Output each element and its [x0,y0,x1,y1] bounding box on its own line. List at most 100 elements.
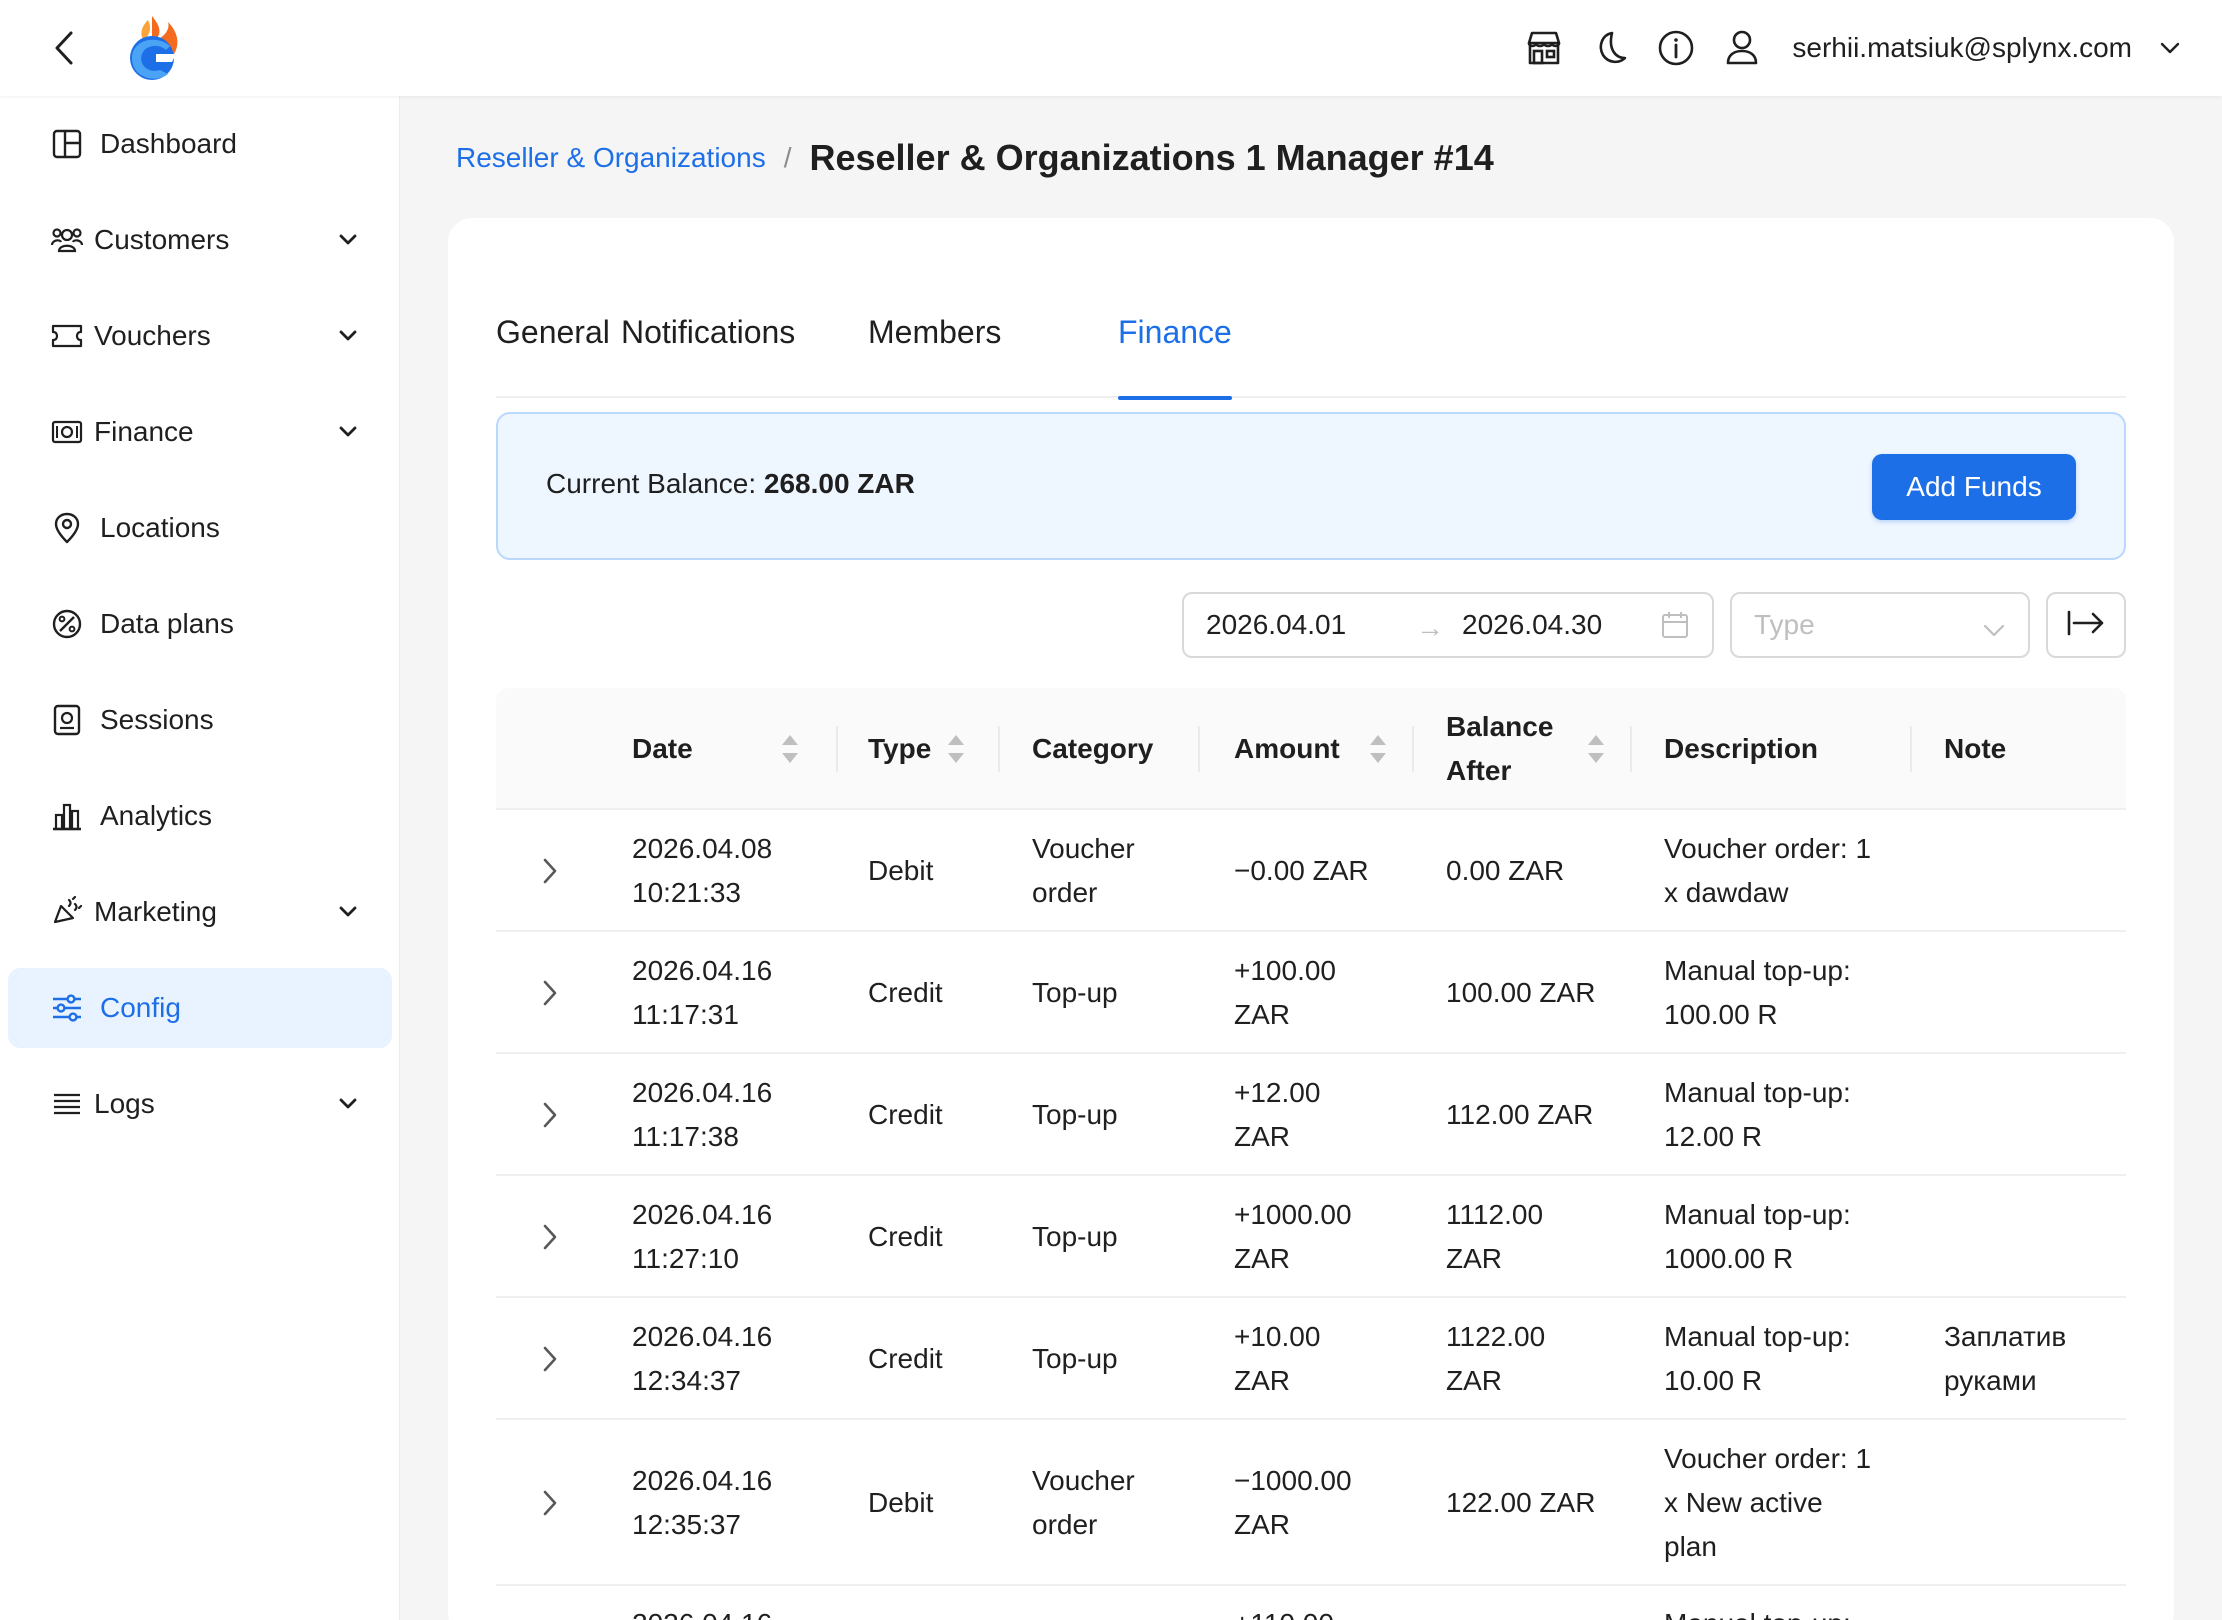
sidebar-item-vouchers[interactable]: Vouchers [8,296,392,376]
column-divider [1910,726,1912,772]
export-button[interactable] [2046,592,2126,658]
sidebar-item-data-plans[interactable]: Data plans [8,584,392,664]
table-body: 2026.04.08 10:21:33 Debit Voucher order −0.00… [496,810,2126,1620]
expand-row-chevron-icon[interactable] [534,977,566,1009]
col-balance-after[interactable]: Balance After [1446,688,1553,810]
breadcrumb-parent-link[interactable]: Reseller & Organizations [456,142,766,174]
cell-line: Заплатив [1944,1321,2067,1352]
sidebar-item-label: Analytics [100,800,213,831]
tab-finance[interactable]: Finance [1118,314,1232,400]
sidebar-item-finance[interactable]: Finance [8,392,392,472]
sidebar-item-label: Sessions [100,704,214,735]
expand-row-chevron-icon[interactable] [534,1343,566,1375]
expand-row-chevron-icon[interactable] [534,1099,566,1131]
date-range-picker[interactable]: 2026.04.01 → 2026.04.30 [1182,592,1714,658]
user-icon[interactable] [1722,28,1762,68]
cell-line: +1000.00 [1234,1199,1352,1230]
expand-row-chevron-icon[interactable] [534,1221,566,1253]
sidebar-item-label: Logs [94,1088,155,1119]
table-row[interactable]: 2026.04.16 11:17:38 Credit Top-up +12.00 ZAR 1… [496,1054,2126,1176]
sort-icon[interactable] [1368,733,1388,765]
cell-line: 2026.04.16 [632,1321,773,1352]
chevron-down-icon[interactable] [2158,36,2182,60]
tab-members[interactable]: Members [868,314,1001,398]
table-row[interactable]: 2026.04.08 10:21:33 Debit Voucher order −0.00… [496,810,2126,932]
table-row[interactable]: 2026.04.16 12:34:37 Credit Top-up +10.00 ZAR 1… [496,1298,2126,1420]
breadcrumb-separator: / [783,142,792,173]
range-arrow-icon: → [1416,612,1444,643]
cell-line: Credit [868,1221,943,1252]
info-icon[interactable] [1656,28,1696,68]
chevron-down-icon [1982,614,2008,640]
column-divider [836,726,838,772]
back-arrow-icon[interactable] [44,26,84,70]
cell-category: Top-up [1032,1093,1118,1137]
cell-line: x New active [1664,1487,1823,1518]
cell-amount: +100.00 ZAR [1234,949,1336,1037]
cell-balance: 100.00 ZAR [1446,971,1595,1015]
breadcrumb: Reseller & Organizations / Reseller & Or… [456,130,1494,186]
customers-icon [50,223,84,257]
marketing-icon [50,895,84,929]
add-funds-button[interactable]: Add Funds [1872,454,2076,520]
cell-line: Top-up [1032,1099,1118,1130]
tab-general[interactable]: General [496,314,610,398]
cell-line: Credit [868,977,943,1008]
sidebar-item-label: Marketing [94,896,217,927]
location-pin-icon [50,511,84,545]
sidebar-item-analytics[interactable]: Analytics [8,776,392,856]
sidebar-item-label: Vouchers [94,320,211,351]
app-logo[interactable] [122,14,182,82]
dark-mode-moon-icon[interactable] [1590,28,1630,68]
cell-description: Voucher order: 1 x dawdaw [1664,827,1871,915]
cell-amount: +1000.00 ZAR [1234,1193,1352,1281]
store-icon[interactable] [1524,28,1564,68]
sidebar-item-customers[interactable]: Customers [8,200,392,280]
cell-note: Заплатив руками [1944,1315,2066,1403]
sidebar-item-logs[interactable]: Logs [8,1064,392,1144]
cell-line: ZAR [1234,999,1290,1030]
table-row[interactable]: 2026.04.16 11:27:10 Credit Top-up +1000.00 ZA… [496,1176,2126,1298]
sidebar-item-sessions[interactable]: Sessions [8,680,392,760]
sort-icon[interactable] [946,733,966,765]
expand-row-chevron-icon[interactable] [534,855,566,887]
sidebar-item-marketing[interactable]: Marketing [8,872,392,952]
sort-icon[interactable] [780,733,800,765]
cell-date: 2026.04.16 12:34:37 [632,1315,772,1403]
voucher-icon [50,319,84,353]
chevron-down-icon [336,228,360,252]
column-divider [1198,726,1200,772]
cell-line: +100.00 [1234,955,1336,986]
type-select[interactable]: Type [1730,592,2030,658]
cell-line: Voucher order: 1 [1664,1443,1872,1474]
table-row[interactable]: 2026.04.16 12:35:37 Debit Voucher order −1000… [496,1420,2126,1586]
tab-notifications[interactable]: Notifications [621,314,795,398]
expand-row-chevron-icon[interactable] [534,1487,566,1519]
cell-line: 10.00 R [1664,1365,1763,1396]
cell-line: Top-up [1032,977,1118,1008]
table-row[interactable]: 2026.04.16 11:17:31 Credit Top-up +100.00 ZAR… [496,932,2126,1054]
date-start-input[interactable]: 2026.04.01 [1206,609,1346,641]
data-plans-icon [50,607,84,641]
page-title: Reseller & Organizations 1 Manager #14 [809,137,1494,178]
cell-line: +12.00 [1234,1077,1321,1108]
sidebar-item-label: Customers [94,224,230,255]
sort-icon[interactable] [1586,733,1606,765]
col-type[interactable]: Type [868,688,931,810]
cell-balance: 112.00 ZAR [1446,1093,1593,1137]
calendar-icon[interactable] [1660,610,1692,642]
current-balance: Current Balance: 268.00 ZAR [546,468,915,500]
sidebar-item-label: Config [100,992,181,1023]
content-card: General Notifications Members Finance Cu… [448,218,2174,1620]
top-header: serhii.matsiuk@splynx.com [0,0,2222,96]
col-amount[interactable]: Amount [1234,688,1340,810]
table-row[interactable]: 2026.04.16 +110.00 Manual top-up: [496,1586,2126,1620]
sidebar-item-config[interactable]: Config [8,968,392,1048]
cell-line: −0.00 ZAR [1234,855,1369,886]
col-balance-after-line2: After [1446,755,1512,786]
date-end-input[interactable]: 2026.04.30 [1462,609,1602,641]
user-email[interactable]: serhii.matsiuk@splynx.com [1792,32,2132,64]
sidebar-item-locations[interactable]: Locations [8,488,392,568]
col-date[interactable]: Date [632,688,693,810]
sidebar-item-dashboard[interactable]: Dashboard [8,104,392,184]
